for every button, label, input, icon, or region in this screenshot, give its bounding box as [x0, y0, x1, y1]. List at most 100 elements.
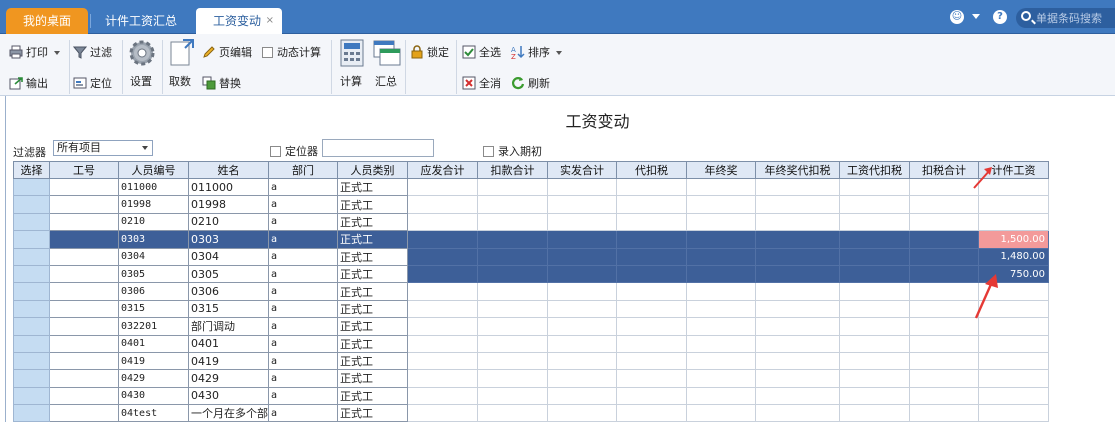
department-cell[interactable]: a	[268, 230, 338, 249]
bonus-tax-cell[interactable]	[755, 230, 840, 249]
annual-bonus-cell[interactable]	[686, 317, 756, 336]
piece-wage-cell[interactable]	[978, 351, 1049, 371]
table-row[interactable]: 0210 0210 a 正式工	[13, 212, 1049, 232]
gross-total-cell[interactable]	[407, 334, 478, 353]
annual-bonus-cell[interactable]	[686, 282, 756, 301]
department-cell[interactable]: a	[268, 177, 338, 197]
wage-tax-cell[interactable]	[839, 177, 910, 197]
bonus-tax-cell[interactable]	[755, 212, 840, 232]
job-no-cell[interactable]	[49, 195, 119, 214]
person-type-cell[interactable]: 正式工	[337, 351, 408, 371]
department-cell[interactable]: a	[268, 404, 338, 422]
row-select-cell[interactable]	[13, 247, 50, 266]
person-id-cell[interactable]: 0419	[118, 351, 189, 371]
close-icon[interactable]: ×	[266, 8, 274, 34]
fetch-button[interactable]: 取数	[166, 38, 194, 89]
person-id-cell[interactable]: 04test	[118, 404, 189, 422]
person-id-cell[interactable]: 011000	[118, 177, 189, 197]
print-dropdown-icon[interactable]	[54, 51, 60, 55]
table-row[interactable]: 0305 0305 a 正式工 750.00	[13, 264, 1049, 284]
department-cell[interactable]: a	[268, 195, 338, 214]
deduction-total-cell[interactable]	[477, 177, 548, 197]
wage-tax-cell[interactable]	[839, 404, 910, 422]
person-type-cell[interactable]: 正式工	[337, 195, 408, 214]
net-total-cell[interactable]	[547, 282, 617, 301]
net-total-cell[interactable]	[547, 317, 617, 336]
withholding-tax-cell[interactable]	[616, 369, 687, 388]
filter-button[interactable]: 过滤	[73, 43, 112, 63]
row-select-cell[interactable]	[13, 282, 50, 301]
name-cell[interactable]: 011000	[188, 177, 269, 197]
tax-total-cell[interactable]	[909, 317, 979, 336]
deduction-total-cell[interactable]	[477, 195, 548, 214]
deduction-total-cell[interactable]	[477, 404, 548, 422]
withholding-tax-cell[interactable]	[616, 195, 687, 214]
tax-total-cell[interactable]	[909, 299, 979, 319]
deduction-total-cell[interactable]	[477, 264, 548, 284]
job-no-cell[interactable]	[49, 369, 119, 388]
deduction-total-cell[interactable]	[477, 247, 548, 266]
net-total-cell[interactable]	[547, 369, 617, 388]
table-row[interactable]: 0419 0419 a 正式工	[13, 351, 1049, 371]
wage-tax-cell[interactable]	[839, 247, 910, 266]
col-header-department[interactable]: 部门	[268, 161, 338, 179]
person-id-cell[interactable]: 0429	[118, 369, 189, 388]
name-cell[interactable]: 0306	[188, 282, 269, 301]
wage-tax-cell[interactable]	[839, 369, 910, 388]
tax-total-cell[interactable]	[909, 282, 979, 301]
name-cell[interactable]: 01998	[188, 195, 269, 214]
lock-button[interactable]: 锁定	[410, 43, 449, 63]
annual-bonus-cell[interactable]	[686, 230, 756, 249]
table-row[interactable]: 01998 01998 a 正式工	[13, 195, 1049, 214]
name-cell[interactable]: 0304	[188, 247, 269, 266]
locate-button[interactable]: 定位	[73, 74, 112, 94]
net-total-cell[interactable]	[547, 299, 617, 319]
department-cell[interactable]: a	[268, 386, 338, 406]
bonus-tax-cell[interactable]	[755, 247, 840, 266]
net-total-cell[interactable]	[547, 264, 617, 284]
gross-total-cell[interactable]	[407, 317, 478, 336]
job-no-cell[interactable]	[49, 212, 119, 232]
deduction-total-cell[interactable]	[477, 212, 548, 232]
refresh-button[interactable]: 刷新	[511, 74, 550, 94]
withholding-tax-cell[interactable]	[616, 317, 687, 336]
piece-wage-cell[interactable]	[978, 195, 1049, 214]
department-cell[interactable]: a	[268, 334, 338, 353]
locator-check[interactable]	[270, 145, 281, 157]
piece-wage-cell[interactable]	[978, 212, 1049, 232]
deselect-all-button[interactable]: 全消	[462, 74, 501, 94]
annual-bonus-cell[interactable]	[686, 299, 756, 319]
smiley-icon[interactable]: ☺	[950, 10, 964, 24]
gross-total-cell[interactable]	[407, 369, 478, 388]
job-no-cell[interactable]	[49, 386, 119, 406]
col-header-withholding-tax[interactable]: 代扣税	[616, 161, 687, 179]
col-header-select[interactable]: 选择	[13, 161, 50, 179]
row-select-cell[interactable]	[13, 369, 50, 388]
wage-tax-cell[interactable]	[839, 386, 910, 406]
withholding-tax-cell[interactable]	[616, 351, 687, 371]
person-id-cell[interactable]: 0303	[118, 230, 189, 249]
row-select-cell[interactable]	[13, 212, 50, 232]
bonus-tax-cell[interactable]	[755, 386, 840, 406]
bonus-tax-cell[interactable]	[755, 299, 840, 319]
person-id-cell[interactable]: 0306	[118, 282, 189, 301]
wage-tax-cell[interactable]	[839, 230, 910, 249]
sort-button[interactable]: A Z 排序	[511, 43, 562, 63]
row-select-cell[interactable]	[13, 299, 50, 319]
calculate-button[interactable]: 计算	[337, 38, 365, 89]
deduction-total-cell[interactable]	[477, 351, 548, 371]
job-no-cell[interactable]	[49, 282, 119, 301]
table-row[interactable]: 0429 0429 a 正式工	[13, 369, 1049, 388]
withholding-tax-cell[interactable]	[616, 404, 687, 422]
table-row[interactable]: 032201 部门调动 a 正式工	[13, 317, 1049, 336]
job-no-cell[interactable]	[49, 334, 119, 353]
person-type-cell[interactable]: 正式工	[337, 334, 408, 353]
withholding-tax-cell[interactable]	[616, 177, 687, 197]
row-select-cell[interactable]	[13, 177, 50, 197]
withholding-tax-cell[interactable]	[616, 334, 687, 353]
person-id-cell[interactable]: 0305	[118, 264, 189, 284]
person-type-cell[interactable]: 正式工	[337, 317, 408, 336]
table-row[interactable]: 0306 0306 a 正式工	[13, 282, 1049, 301]
person-type-cell[interactable]: 正式工	[337, 299, 408, 319]
person-id-cell[interactable]: 0315	[118, 299, 189, 319]
